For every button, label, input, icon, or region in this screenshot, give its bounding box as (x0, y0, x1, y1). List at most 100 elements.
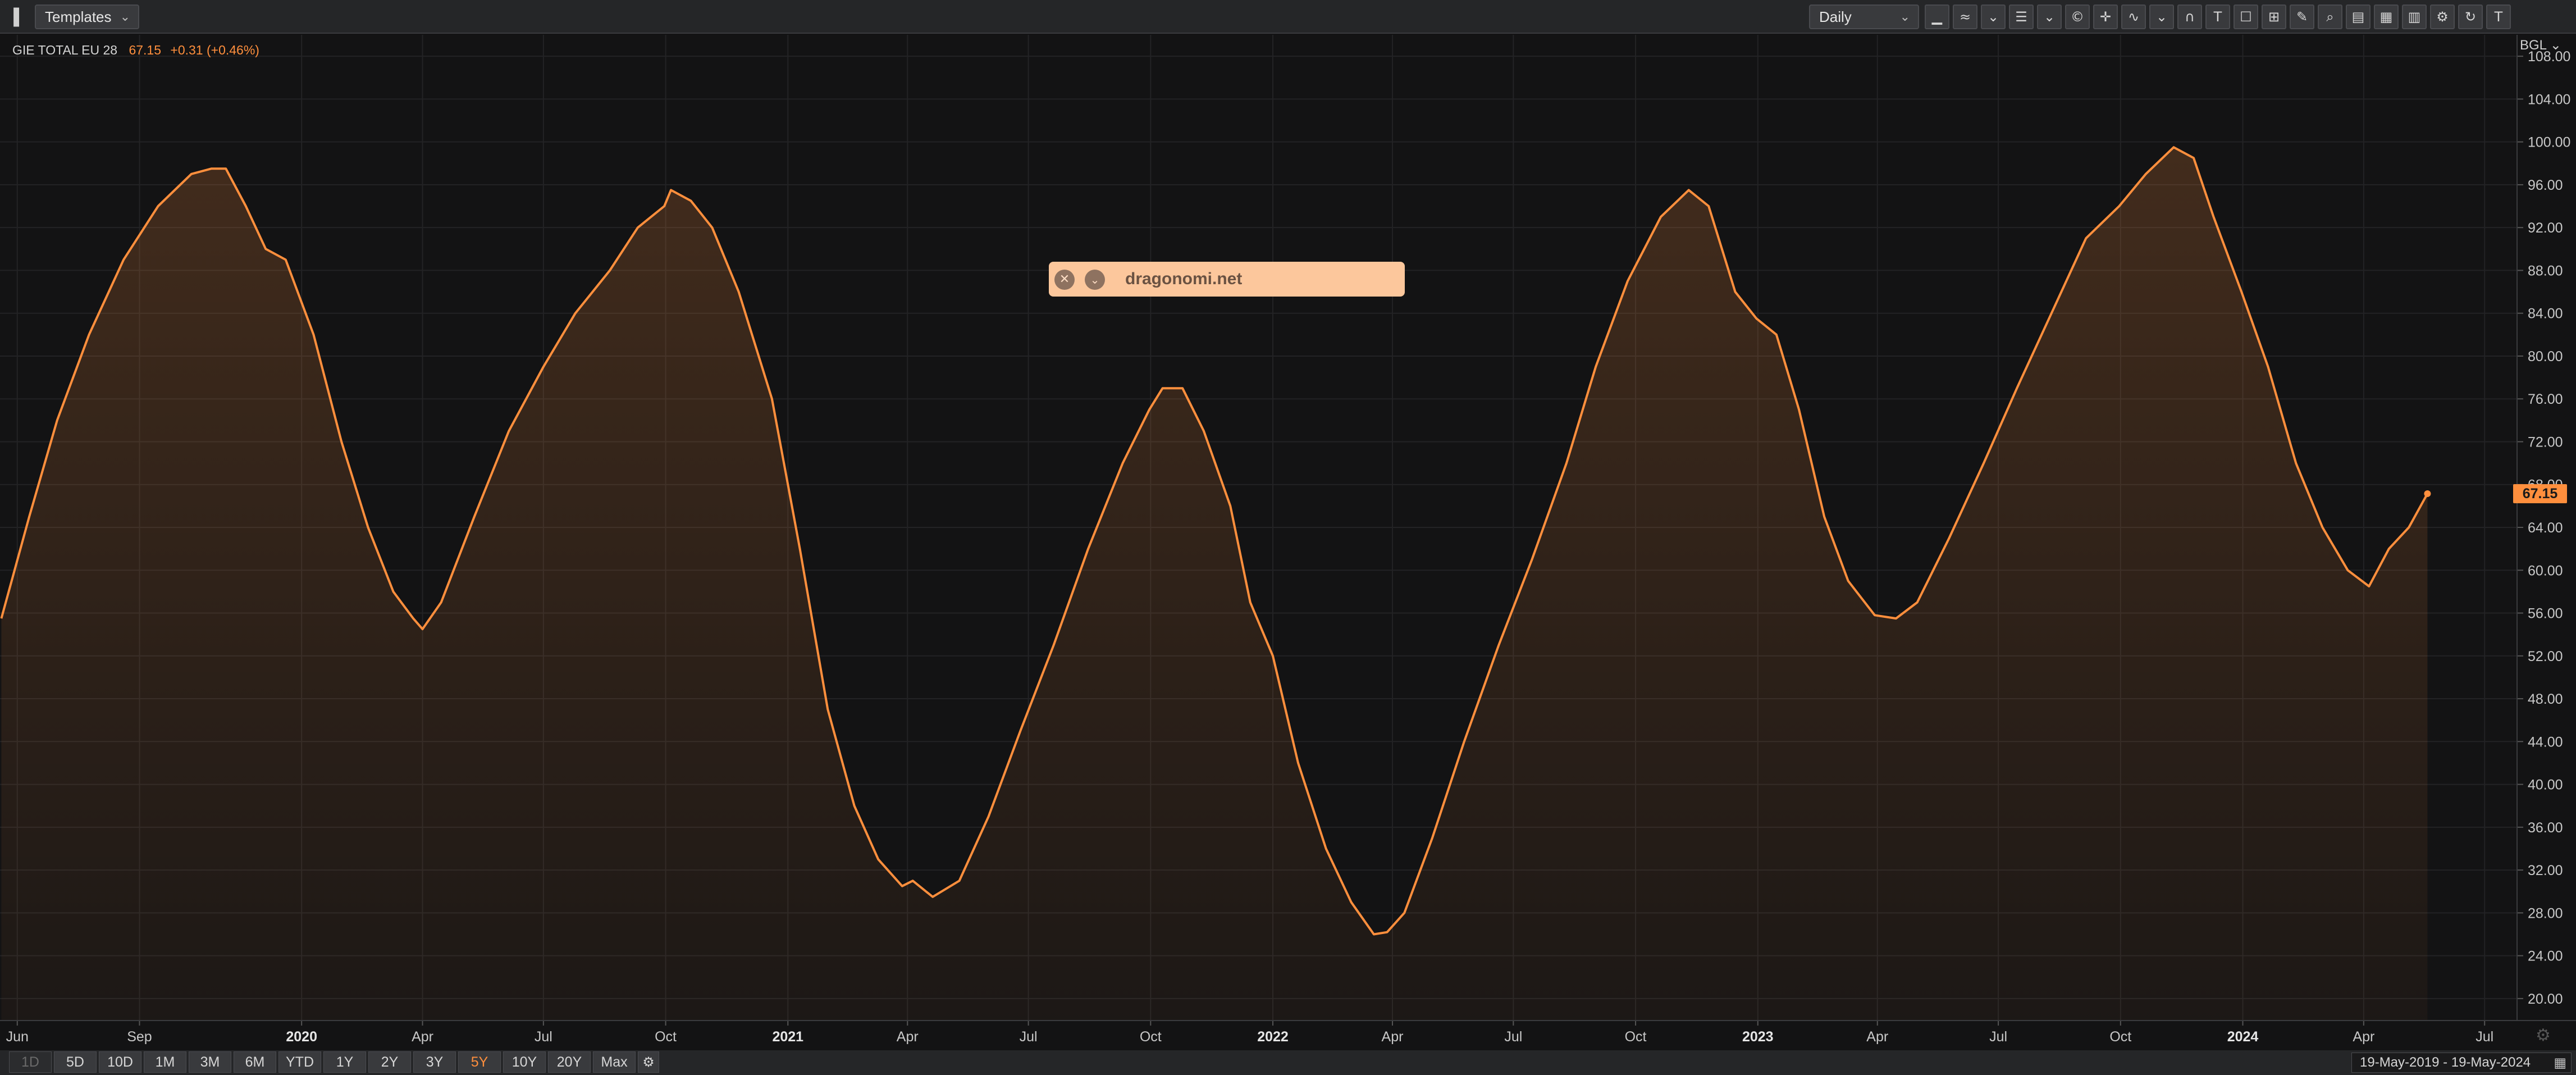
chevron-down-icon[interactable]: ⌄ (1085, 270, 1105, 290)
settings-icon[interactable]: ⚙ (2430, 4, 2455, 29)
calendar-icon: ▦ (2554, 1055, 2566, 1071)
y-tick-label: 32.00 (2528, 863, 2563, 878)
chart-tools: ▁ ≈ ⌄ ☰ ⌄ © ✛ ∿ ⌄ ∩ T ☐ ⊞ ✎ ⌕ ▤ ▦ ▥ ⚙ ↻ T (1925, 4, 2511, 29)
x-tick-label: Jul (2475, 1029, 2493, 1045)
templates-dropdown[interactable]: Templates ⌄ (35, 4, 139, 29)
last-price-badge: 67.15 (2513, 484, 2567, 503)
x-tick-label: 2022 (1257, 1029, 1289, 1045)
y-tick-label: 48.00 (2528, 691, 2563, 707)
legend-change: +0.31 (+0.46%) (170, 43, 259, 57)
brand-icon[interactable]: T (2486, 4, 2511, 29)
watermark-label: dragonomi.net (1125, 270, 1243, 288)
magnet-icon[interactable]: ∩ (2177, 4, 2202, 29)
chevron-down-icon: ⌄ (1899, 10, 1910, 24)
y-tick-label: 28.00 (2528, 905, 2563, 921)
x-tick-label: Jul (1989, 1029, 2007, 1045)
range-button-10d[interactable]: 10D (99, 1051, 141, 1073)
interval-label: Daily (1819, 8, 1852, 25)
chevron-down-icon[interactable]: ⌄ (2037, 4, 2062, 29)
range-buttons: 1D 5D 10D 1M 3M 6M YTD 1Y 2Y 3Y 5Y 10Y 20Y Max ⚙ (9, 1051, 659, 1073)
y-tick-label: 40.00 (2528, 777, 2563, 793)
x-tick-label: Apr (1382, 1029, 1404, 1045)
range-button-max[interactable]: Max (593, 1051, 636, 1073)
watermark-banner: ✕ ⌄ dragonomi.net (1049, 262, 1405, 297)
grid-icon[interactable]: ▦ (2374, 4, 2399, 29)
x-tick-label: Jul (1020, 1029, 1038, 1045)
interval-select[interactable]: Daily ⌄ (1809, 4, 1919, 29)
y-tick-label: 92.00 (2528, 220, 2563, 236)
annotation-icon[interactable]: ✎ (2290, 4, 2314, 29)
time-axis[interactable]: Jun Sep 2020 Apr Jul Oct 2021 Apr Jul Oct 2022 Apr J… (0, 1020, 2576, 1050)
range-button-10y[interactable]: 10Y (503, 1051, 546, 1073)
axis-menu-label: BGL (2520, 38, 2547, 53)
templates-label: Templates (45, 8, 112, 25)
y-tick-label: 96.00 (2528, 177, 2563, 193)
close-icon[interactable]: ✕ (1054, 270, 1075, 290)
y-tick-label: 104.00 (2528, 92, 2570, 107)
crosshair-icon[interactable]: ✛ (2093, 4, 2118, 29)
range-button-5y[interactable]: 5Y (458, 1051, 501, 1073)
y-tick-label: 88.00 (2528, 263, 2563, 279)
panel-icon[interactable]: ▥ (2402, 4, 2427, 29)
x-tick-label: Apr (1866, 1029, 1888, 1045)
gear-icon[interactable]: ⚙ (2536, 1026, 2551, 1045)
x-tick-label: Apr (412, 1029, 433, 1045)
currency-icon[interactable]: © (2065, 4, 2090, 29)
select-box-icon[interactable]: ☐ (2234, 4, 2258, 29)
date-range-label: 19-May-2019 - 19-May-2024 (2360, 1055, 2531, 1070)
chevron-down-icon[interactable]: ⌄ (1981, 4, 2006, 29)
x-tick-label: Oct (1140, 1029, 1162, 1045)
range-button-5d[interactable]: 5D (54, 1051, 97, 1073)
range-button-2y[interactable]: 2Y (368, 1051, 411, 1073)
wave-icon[interactable]: ∿ (2121, 4, 2146, 29)
zoom-icon[interactable]: ⌕ (2318, 4, 2342, 29)
text-icon[interactable]: T (2205, 4, 2230, 29)
x-tick-label: Oct (2109, 1029, 2131, 1045)
legend-value: 67.15 (129, 43, 162, 57)
range-button-3y[interactable]: 3Y (413, 1051, 456, 1073)
price-chart (0, 35, 2516, 1020)
price-axis[interactable]: 20.00 24.00 28.00 32.00 36.00 40.00 44.00 48.00… (2516, 35, 2576, 1020)
indicator-icon[interactable]: ≈ (1953, 4, 1977, 29)
chart-area[interactable] (0, 35, 2516, 1020)
layout-icon[interactable]: ▤ (2346, 4, 2371, 29)
range-button-20y[interactable]: 20Y (548, 1051, 591, 1073)
y-tick-label: 80.00 (2528, 349, 2563, 365)
x-tick-label: Apr (2353, 1029, 2374, 1045)
zoom-box-icon[interactable]: ⊞ (2262, 4, 2286, 29)
x-tick-label: 2021 (772, 1029, 803, 1045)
x-tick-label: Sep (127, 1029, 152, 1045)
range-button-1m[interactable]: 1M (144, 1051, 186, 1073)
time-axis-ticks: Jun Sep 2020 Apr Jul Oct 2021 Apr Jul Oct 2022 Apr J… (6, 1021, 2493, 1045)
y-tick-label: 24.00 (2528, 949, 2563, 964)
range-button-ytd[interactable]: YTD (278, 1051, 321, 1073)
y-tick-label: 64.00 (2528, 520, 2563, 536)
y-tick-label: 20.00 (2528, 991, 2563, 1007)
chevron-down-icon: ⌄ (120, 10, 130, 24)
line-style-icon[interactable]: ▁ (1925, 4, 1949, 29)
y-tick-label: 76.00 (2528, 391, 2563, 407)
price-axis-ticks: 20.00 24.00 28.00 32.00 36.00 40.00 44.00 48.00… (2518, 49, 2570, 1007)
range-button-1d[interactable]: 1D (9, 1051, 52, 1073)
refresh-icon[interactable]: ↻ (2458, 4, 2483, 29)
list-icon[interactable]: ☰ (2009, 4, 2034, 29)
chevron-down-icon[interactable]: ⌄ (2149, 4, 2174, 29)
y-tick-label: 84.00 (2528, 306, 2563, 322)
date-range-field[interactable]: 19-May-2019 - 19-May-2024 ▦ (2351, 1053, 2572, 1073)
x-tick-label: Oct (1625, 1029, 1647, 1045)
y-tick-label: 36.00 (2528, 820, 2563, 836)
y-tick-label: 72.00 (2528, 434, 2563, 450)
axis-menu[interactable]: BGL ⌄ (2520, 37, 2561, 53)
x-tick-label: 2024 (2227, 1029, 2259, 1045)
y-tick-label: 56.00 (2528, 606, 2563, 622)
x-tick-label: Apr (897, 1029, 919, 1045)
range-button-6m[interactable]: 6M (234, 1051, 276, 1073)
gear-icon[interactable]: ⚙ (638, 1051, 659, 1073)
range-button-3m[interactable]: 3M (189, 1051, 231, 1073)
y-tick-label: 60.00 (2528, 563, 2563, 579)
panel-toggle-icon[interactable]: ▌ (8, 7, 30, 27)
series-legend: GIE TOTAL EU 28 67.15 +0.31 (+0.46%) (12, 43, 259, 58)
x-tick-label: 2020 (286, 1029, 317, 1045)
legend-name: GIE TOTAL EU 28 (12, 43, 118, 57)
range-button-1y[interactable]: 1Y (323, 1051, 366, 1073)
